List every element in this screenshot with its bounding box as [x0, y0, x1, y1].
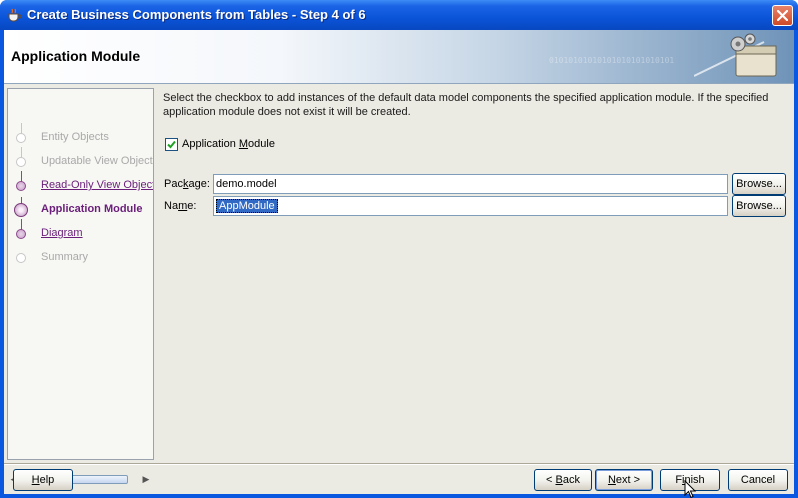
step-application-module[interactable]: Application Module: [8, 201, 153, 219]
step-updatable-view-objects: Updatable View Objects: [8, 153, 153, 171]
label-text: Pac: [164, 178, 183, 190]
application-module-checkbox-label: Application Module: [182, 138, 275, 150]
step-label: Entity Objects: [41, 131, 109, 143]
mnemonic-char: M: [238, 138, 249, 150]
label-text: e:: [187, 200, 197, 212]
dialog-client-area: Application Module 010101010101010101010…: [4, 30, 794, 498]
step-label: Updatable View Objects: [41, 155, 153, 167]
step-read-only-view-objects[interactable]: Read-Only View Objects: [8, 177, 153, 195]
name-input-selected-text[interactable]: AppModule: [216, 199, 278, 213]
mnemonic-char: B: [555, 474, 563, 486]
coffee-cup-icon: [8, 8, 22, 22]
cancel-button[interactable]: Cancel: [728, 469, 788, 491]
close-button[interactable]: [772, 5, 793, 26]
title-bar[interactable]: Create Business Components from Tables -…: [0, 0, 798, 30]
step-content-panel: Select the checkbox to add instances of …: [155, 85, 794, 462]
name-browse-button[interactable]: Browse...: [732, 195, 786, 217]
mnemonic-char: m: [178, 200, 188, 212]
name-input[interactable]: AppModule: [213, 196, 728, 216]
application-module-checkbox[interactable]: [165, 138, 178, 151]
step-navigator: Entity Objects Updatable View Objects Re…: [7, 88, 154, 484]
label-text: Application: [182, 138, 239, 150]
name-label: Name:: [164, 200, 196, 212]
step-indicator: [16, 181, 26, 191]
button-text: <: [546, 474, 556, 486]
close-icon: [777, 10, 788, 21]
step-entity-objects: Entity Objects: [8, 129, 153, 147]
button-text: ext >: [615, 474, 641, 486]
package-label: Package:: [164, 178, 210, 190]
dialog-window: Create Business Components from Tables -…: [0, 0, 798, 498]
package-browse-button[interactable]: Browse...: [732, 173, 786, 195]
label-text: odule: [248, 138, 275, 150]
instructions-text: Select the checkbox to add instances of …: [163, 92, 769, 118]
step-indicator: [14, 203, 28, 217]
header-banner: Application Module 010101010101010101010…: [4, 30, 794, 84]
button-text: ack: [562, 474, 580, 486]
step-diagram[interactable]: Diagram: [8, 225, 153, 243]
label-text: age:: [188, 178, 210, 190]
label-text: Na: [164, 200, 179, 212]
button-text: elp: [39, 474, 55, 486]
step-indicator: [16, 157, 26, 167]
step-indicator: [16, 253, 26, 263]
back-button[interactable]: < Back: [534, 469, 592, 491]
step-label: Summary: [41, 251, 89, 263]
step-label[interactable]: Diagram: [41, 227, 83, 239]
scroll-right-icon[interactable]: ▶: [140, 473, 152, 486]
step-list: Entity Objects Updatable View Objects Re…: [8, 89, 153, 444]
mnemonic-char: N: [607, 474, 616, 486]
gears-folder-icon: [694, 33, 777, 77]
footer-separator: [4, 463, 794, 465]
package-input[interactable]: demo.model: [213, 174, 728, 194]
help-button[interactable]: Help: [13, 469, 73, 491]
banner-binary-text: 01010101010101010101010101: [549, 56, 675, 65]
page-title: Application Module: [11, 48, 141, 64]
step-label: Application Module: [41, 203, 143, 215]
checkmark-icon: [167, 140, 176, 149]
step-indicator: [16, 133, 26, 143]
step-label[interactable]: Read-Only View Objects: [41, 179, 153, 191]
step-summary: Summary: [8, 249, 153, 267]
window-title: Create Business Components from Tables -…: [27, 7, 366, 22]
next-button[interactable]: Next >: [595, 469, 653, 491]
step-indicator: [16, 229, 26, 239]
mnemonic-char: H: [31, 474, 40, 486]
mouse-cursor-icon: [684, 480, 697, 498]
